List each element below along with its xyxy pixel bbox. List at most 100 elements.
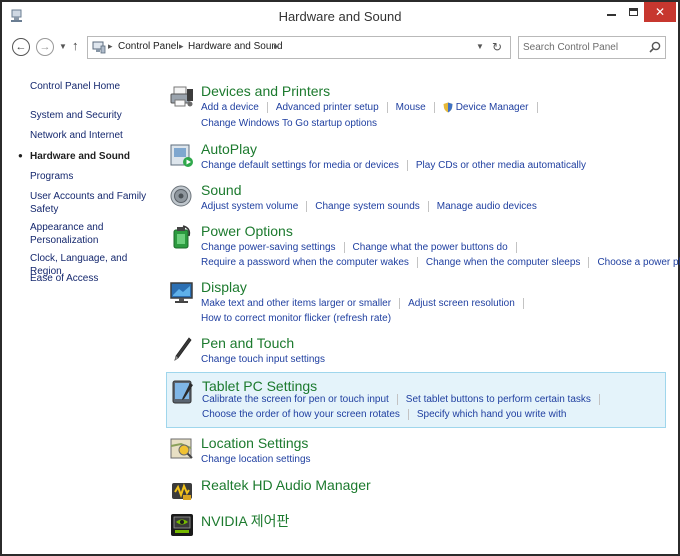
- link-change-default-media-settings[interactable]: Change default settings for media or dev…: [201, 160, 399, 171]
- link-divider: [515, 242, 517, 253]
- breadcrumb-control-panel[interactable]: Control Panel: [118, 41, 179, 52]
- link-divider: [406, 160, 408, 171]
- tablet-icon: [172, 380, 193, 404]
- address-bar[interactable]: ▸ Control Panel ▸ Hardware and Sound ▸ ▼…: [87, 36, 511, 59]
- section-title-sound[interactable]: Sound: [201, 182, 241, 198]
- link-row: Change touch input settings: [201, 354, 325, 365]
- control-panel-location-icon: [92, 41, 106, 54]
- link-change-location-settings[interactable]: Change location settings: [201, 454, 311, 465]
- link-specify-writing-hand[interactable]: Specify which hand you write with: [417, 409, 567, 420]
- link-row: Choose the order of how your screen rota…: [202, 409, 566, 420]
- link-divider: [427, 201, 429, 212]
- search-icon[interactable]: [649, 41, 661, 53]
- section-title-power-options[interactable]: Power Options: [201, 223, 293, 239]
- recent-locations-button[interactable]: ▼: [59, 42, 67, 51]
- sidebar-item-user-accounts[interactable]: User Accounts and Family Safety: [30, 190, 155, 216]
- printer-icon: [170, 86, 193, 107]
- link-change-when-computer-sleeps[interactable]: Change when the computer sleeps: [426, 257, 581, 268]
- breadcrumb-separator-icon[interactable]: ▸: [179, 41, 184, 52]
- section-title-devices-and-printers[interactable]: Devices and Printers: [201, 83, 330, 99]
- section-title-tablet-pc-settings[interactable]: Tablet PC Settings: [202, 378, 317, 394]
- section-devices-and-printers: Devices and Printers Add a device Advanc…: [166, 78, 666, 134]
- maximize-button[interactable]: [622, 2, 644, 22]
- section-title-autoplay[interactable]: AutoPlay: [201, 141, 257, 157]
- sidebar-item-programs[interactable]: Programs: [30, 170, 155, 183]
- section-title-realtek-hd-audio-manager[interactable]: Realtek HD Audio Manager: [201, 477, 371, 493]
- link-row: Change Windows To Go startup options: [201, 118, 377, 129]
- current-item-bullet-icon: ●: [18, 151, 23, 160]
- link-device-manager[interactable]: Device Manager: [456, 102, 529, 113]
- link-adjust-screen-resolution[interactable]: Adjust screen resolution: [408, 298, 515, 309]
- link-divider: [407, 409, 409, 420]
- link-divider: [433, 102, 435, 113]
- section-title-nvidia-control-panel[interactable]: NVIDIA 제어판: [201, 511, 289, 531]
- link-row: Change default settings for media or dev…: [201, 160, 586, 171]
- speaker-icon: [170, 185, 192, 207]
- minimize-button[interactable]: [600, 2, 622, 22]
- link-row: Change power-saving settings Change what…: [201, 242, 525, 253]
- breadcrumb-separator-icon[interactable]: ▸: [108, 41, 113, 52]
- breadcrumb-separator-icon[interactable]: ▸: [274, 41, 279, 52]
- link-change-power-saving-settings[interactable]: Change power-saving settings: [201, 242, 336, 253]
- autoplay-icon: [170, 144, 193, 167]
- link-divider: [536, 102, 538, 113]
- link-screen-rotation-order[interactable]: Choose the order of how your screen rota…: [202, 409, 400, 420]
- sidebar-item-network-and-internet[interactable]: Network and Internet: [30, 129, 155, 142]
- address-dropdown-icon[interactable]: ▼: [476, 42, 484, 51]
- section-tablet-pc-settings: Tablet PC Settings Calibrate the screen …: [166, 372, 666, 428]
- close-icon: ✕: [654, 5, 666, 19]
- maximize-icon: [628, 8, 638, 16]
- link-add-a-device[interactable]: Add a device: [201, 102, 259, 113]
- close-button[interactable]: ✕: [644, 2, 676, 22]
- breadcrumb-hardware-and-sound[interactable]: Hardware and Sound: [188, 41, 283, 52]
- link-advanced-printer-setup[interactable]: Advanced printer setup: [276, 102, 379, 113]
- search-input[interactable]: [523, 40, 641, 55]
- link-require-password-on-wake[interactable]: Require a password when the computer wak…: [201, 257, 409, 268]
- sidebar-item-system-and-security[interactable]: System and Security: [30, 109, 155, 122]
- link-divider: [343, 242, 345, 253]
- link-mouse[interactable]: Mouse: [396, 102, 426, 113]
- control-panel-window: Hardware and Sound ✕ ← → ▼ ↑ ▸ Control P…: [0, 0, 680, 556]
- link-windows-to-go-startup[interactable]: Change Windows To Go startup options: [201, 118, 377, 129]
- link-calibrate-screen[interactable]: Calibrate the screen for pen or touch in…: [202, 394, 389, 405]
- battery-icon: [173, 225, 191, 249]
- nvidia-icon: [171, 514, 193, 536]
- back-button[interactable]: ←: [12, 38, 30, 56]
- link-set-tablet-buttons[interactable]: Set tablet buttons to perform certain ta…: [406, 394, 591, 405]
- link-row: Adjust system volume Change system sound…: [201, 201, 537, 212]
- link-choose-power-plan[interactable]: Choose a power plan: [597, 257, 680, 268]
- section-pen-and-touch: Pen and Touch Change touch input setting…: [166, 330, 666, 370]
- realtek-audio-icon: [172, 483, 192, 500]
- link-row: Change location settings: [201, 454, 311, 465]
- sidebar-item-hardware-and-sound[interactable]: Hardware and Sound: [30, 150, 155, 163]
- sidebar-item-appearance[interactable]: Appearance and Personalization: [30, 221, 155, 247]
- link-change-touch-input-settings[interactable]: Change touch input settings: [201, 354, 325, 365]
- link-correct-monitor-flicker[interactable]: How to correct monitor flicker (refresh …: [201, 313, 391, 324]
- sidebar-item-ease-of-access[interactable]: Ease of Access: [30, 272, 155, 285]
- title-bar[interactable]: Hardware and Sound ✕: [2, 2, 678, 30]
- link-play-cds-automatically[interactable]: Play CDs or other media automatically: [416, 160, 586, 171]
- section-title-pen-and-touch[interactable]: Pen and Touch: [201, 335, 294, 351]
- section-realtek-hd-audio-manager: Realtek HD Audio Manager: [166, 472, 666, 502]
- up-button[interactable]: ↑: [72, 38, 79, 53]
- link-change-power-buttons[interactable]: Change what the power buttons do: [353, 242, 508, 253]
- link-change-system-sounds[interactable]: Change system sounds: [315, 201, 420, 212]
- link-divider: [522, 298, 524, 309]
- section-title-location-settings[interactable]: Location Settings: [201, 435, 308, 451]
- link-adjust-system-volume[interactable]: Adjust system volume: [201, 201, 298, 212]
- forward-button[interactable]: →: [36, 38, 54, 56]
- section-title-display[interactable]: Display: [201, 279, 247, 295]
- location-icon: [170, 438, 193, 459]
- sidebar-item-control-panel-home[interactable]: Control Panel Home: [30, 80, 155, 93]
- monitor-icon: [170, 282, 193, 303]
- search-box[interactable]: [518, 36, 666, 59]
- link-manage-audio-devices[interactable]: Manage audio devices: [437, 201, 537, 212]
- link-divider: [386, 102, 388, 113]
- link-make-text-larger[interactable]: Make text and other items larger or smal…: [201, 298, 391, 309]
- refresh-icon[interactable]: ↻: [492, 40, 502, 54]
- link-row: Add a device Advanced printer setup Mous…: [201, 102, 546, 113]
- forward-arrow-icon: →: [39, 41, 51, 53]
- navigation-bar: ← → ▼ ↑ ▸ Control Panel ▸ Hardware and S…: [2, 32, 678, 62]
- pen-icon: [174, 337, 192, 361]
- section-power-options: Power Options Change power-saving settin…: [166, 218, 680, 272]
